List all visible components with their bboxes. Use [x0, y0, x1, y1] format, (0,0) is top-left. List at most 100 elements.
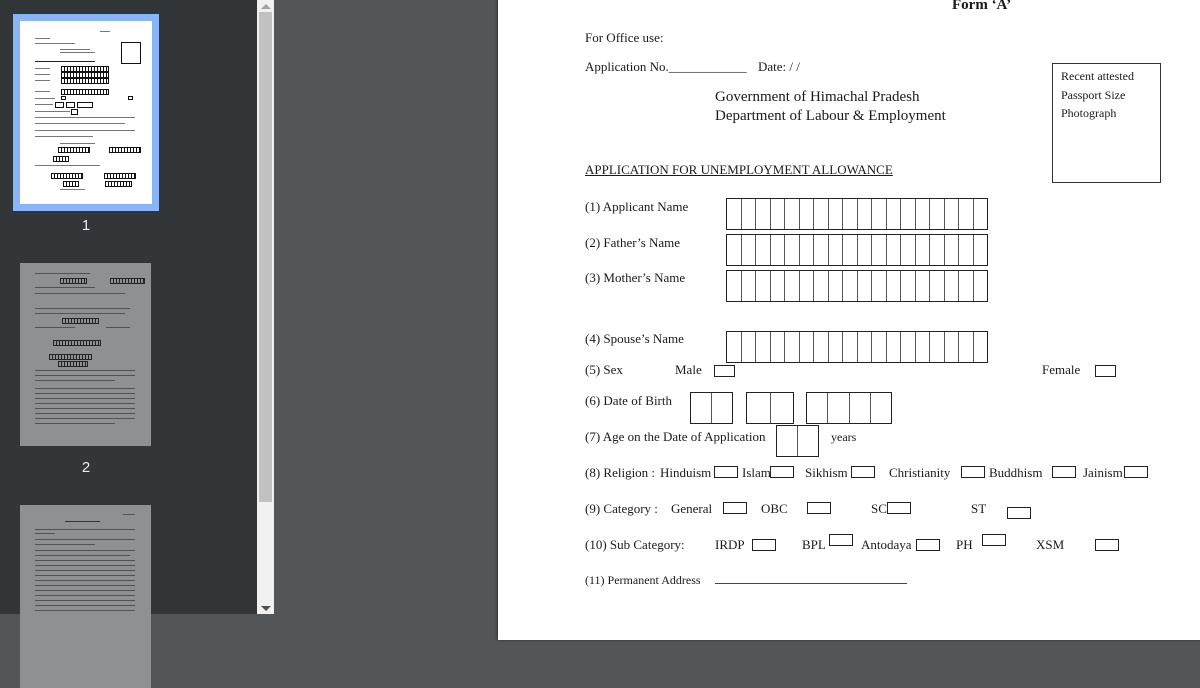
character-cell[interactable]: [755, 199, 770, 229]
character-cell[interactable]: [740, 271, 756, 301]
dob-year-input[interactable]: [806, 392, 892, 424]
character-cell[interactable]: [958, 271, 973, 301]
character-cell[interactable]: [813, 235, 828, 265]
scroll-up-button[interactable]: [257, 0, 274, 12]
character-cell[interactable]: [914, 271, 930, 301]
sex-male-checkbox[interactable]: [714, 365, 735, 377]
dob-month-input[interactable]: [746, 392, 794, 424]
character-cell[interactable]: [769, 271, 785, 301]
character-cell[interactable]: [929, 332, 944, 362]
character-cell[interactable]: [871, 332, 886, 362]
character-cell[interactable]: [755, 271, 770, 301]
character-cell[interactable]: [842, 235, 857, 265]
religion-islam-checkbox[interactable]: [770, 466, 794, 478]
thumbnail-page-3[interactable]: [13, 505, 159, 688]
character-cell[interactable]: [958, 199, 973, 229]
character-cell[interactable]: [807, 393, 827, 423]
character-cell[interactable]: [914, 332, 930, 362]
father-name-input[interactable]: [726, 234, 988, 266]
character-cell[interactable]: [972, 332, 988, 362]
age-input[interactable]: [776, 425, 819, 457]
character-cell[interactable]: [740, 332, 756, 362]
category-obc-checkbox[interactable]: [807, 502, 831, 514]
character-cell[interactable]: [869, 393, 891, 423]
character-cell[interactable]: [972, 199, 988, 229]
character-cell[interactable]: [769, 332, 785, 362]
character-cell[interactable]: [871, 271, 886, 301]
spouse-name-input[interactable]: [726, 331, 988, 363]
character-cell[interactable]: [727, 235, 741, 265]
character-cell[interactable]: [958, 332, 973, 362]
mother-name-input[interactable]: [726, 270, 988, 302]
character-cell[interactable]: [848, 393, 870, 423]
character-cell[interactable]: [929, 271, 944, 301]
character-cell[interactable]: [885, 235, 901, 265]
dob-day-input[interactable]: [690, 392, 733, 424]
character-cell[interactable]: [727, 271, 741, 301]
character-cell[interactable]: [813, 271, 828, 301]
character-cell[interactable]: [784, 199, 799, 229]
applicant-name-input[interactable]: [726, 198, 988, 230]
character-cell[interactable]: [755, 332, 770, 362]
character-cell[interactable]: [900, 199, 915, 229]
religion-buddhism-checkbox[interactable]: [1052, 466, 1076, 478]
sub-category-ph-checkbox[interactable]: [982, 534, 1006, 546]
character-cell[interactable]: [914, 199, 930, 229]
character-cell[interactable]: [827, 235, 843, 265]
sub-category-irdp-checkbox[interactable]: [752, 539, 776, 551]
character-cell[interactable]: [885, 199, 901, 229]
sub-category-bpl-checkbox[interactable]: [829, 534, 853, 546]
character-cell[interactable]: [784, 235, 799, 265]
character-cell[interactable]: [914, 235, 930, 265]
character-cell[interactable]: [900, 332, 915, 362]
category-sc-checkbox[interactable]: [887, 502, 911, 514]
character-cell[interactable]: [784, 271, 799, 301]
character-cell[interactable]: [943, 199, 959, 229]
character-cell[interactable]: [727, 332, 741, 362]
character-cell[interactable]: [769, 199, 785, 229]
religion-christianity-checkbox[interactable]: [961, 466, 985, 478]
character-cell[interactable]: [943, 332, 959, 362]
sub-category-xsm-checkbox[interactable]: [1095, 539, 1119, 551]
character-cell[interactable]: [798, 235, 814, 265]
character-cell[interactable]: [943, 235, 959, 265]
character-cell[interactable]: [797, 426, 818, 456]
character-cell[interactable]: [827, 199, 843, 229]
category-st-checkbox[interactable]: [1007, 507, 1031, 519]
character-cell[interactable]: [929, 199, 944, 229]
religion-sikhism-checkbox[interactable]: [851, 466, 875, 478]
character-cell[interactable]: [798, 271, 814, 301]
thumbnail-page-2[interactable]: 2: [13, 263, 159, 493]
character-cell[interactable]: [842, 332, 857, 362]
character-cell[interactable]: [842, 199, 857, 229]
permanent-address-line[interactable]: [715, 583, 907, 584]
thumbnail-page-1[interactable]: 1: [13, 14, 159, 244]
character-cell[interactable]: [740, 235, 756, 265]
character-cell[interactable]: [827, 271, 843, 301]
character-cell[interactable]: [827, 393, 848, 423]
character-cell[interactable]: [885, 332, 901, 362]
character-cell[interactable]: [958, 235, 973, 265]
character-cell[interactable]: [900, 235, 915, 265]
sub-category-antodaya-checkbox[interactable]: [916, 539, 940, 551]
sidebar-scrollbar[interactable]: [257, 0, 274, 614]
scrollbar-thumb[interactable]: [259, 12, 272, 502]
document-viewer[interactable]: Form ‘A’ For Office use: Application No.…: [274, 0, 1200, 640]
category-general-checkbox[interactable]: [723, 502, 747, 514]
character-cell[interactable]: [711, 393, 732, 423]
character-cell[interactable]: [827, 332, 843, 362]
character-cell[interactable]: [871, 199, 886, 229]
character-cell[interactable]: [871, 235, 886, 265]
character-cell[interactable]: [740, 199, 756, 229]
character-cell[interactable]: [842, 271, 857, 301]
character-cell[interactable]: [856, 332, 872, 362]
character-cell[interactable]: [856, 235, 872, 265]
character-cell[interactable]: [747, 393, 770, 423]
character-cell[interactable]: [885, 271, 901, 301]
religion-jainism-checkbox[interactable]: [1124, 466, 1148, 478]
character-cell[interactable]: [856, 271, 872, 301]
character-cell[interactable]: [727, 199, 741, 229]
character-cell[interactable]: [798, 199, 814, 229]
character-cell[interactable]: [777, 426, 797, 456]
character-cell[interactable]: [784, 332, 799, 362]
